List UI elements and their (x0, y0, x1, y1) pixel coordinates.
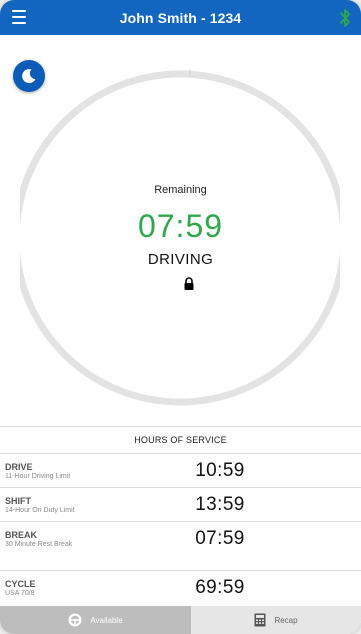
hos-row-name: SHIFT (5, 496, 31, 506)
hos-row-value: 10:59 (195, 460, 245, 481)
bottom-nav: Available Recap (0, 606, 361, 634)
hos-row-break: BREAK 30 Minute Rest Break 07:59 (0, 521, 361, 555)
hos-row-drive: DRIVE 11-Hour Driving Limit 10:59 (0, 453, 361, 487)
hos-row-desc: 30 Minute Rest Break (5, 541, 73, 548)
calculator-icon (254, 613, 266, 627)
menu-icon[interactable] (12, 10, 28, 24)
top-app-bar: John Smith - 1234 (0, 0, 361, 35)
hos-row-desc: 11-Hour Driving Limit (5, 473, 71, 480)
hos-row-value: 07:59 (195, 528, 245, 549)
remaining-time: 07:59 (137, 208, 224, 244)
lock-icon (184, 277, 194, 290)
hos-row-name: DRIVE (5, 462, 33, 472)
bluetooth-icon[interactable] (339, 8, 351, 28)
recap-tab[interactable]: Recap (191, 606, 361, 634)
hos-row-desc: 14-Hour On Duty Limit (5, 507, 75, 514)
duty-status: DRIVING (147, 251, 214, 268)
hos-row-value: 13:59 (195, 494, 245, 515)
hos-row-cycle: CYCLE USA 70/8 69:59 (0, 570, 361, 605)
hos-row-name: BREAK (5, 530, 38, 540)
available-tab[interactable]: Available (0, 606, 191, 634)
remaining-label: Remaining (154, 184, 207, 196)
hos-row-name: CYCLE (5, 579, 36, 589)
hours-of-service-header: HOURS OF SERVICE (0, 426, 361, 453)
hos-row-value: 69:59 (195, 577, 245, 598)
steering-wheel-icon (68, 613, 82, 627)
app-screen: John Smith - 1234 Remaining 07:59 DRIVIN… (0, 0, 361, 634)
recap-label: Recap (274, 615, 298, 625)
hos-row-shift: SHIFT 14-Hour On Duty Limit 13:59 (0, 487, 361, 521)
page-title: John Smith - 1234 (119, 9, 242, 26)
available-label: Available (90, 615, 123, 625)
hos-row-desc: USA 70/8 (5, 590, 35, 597)
